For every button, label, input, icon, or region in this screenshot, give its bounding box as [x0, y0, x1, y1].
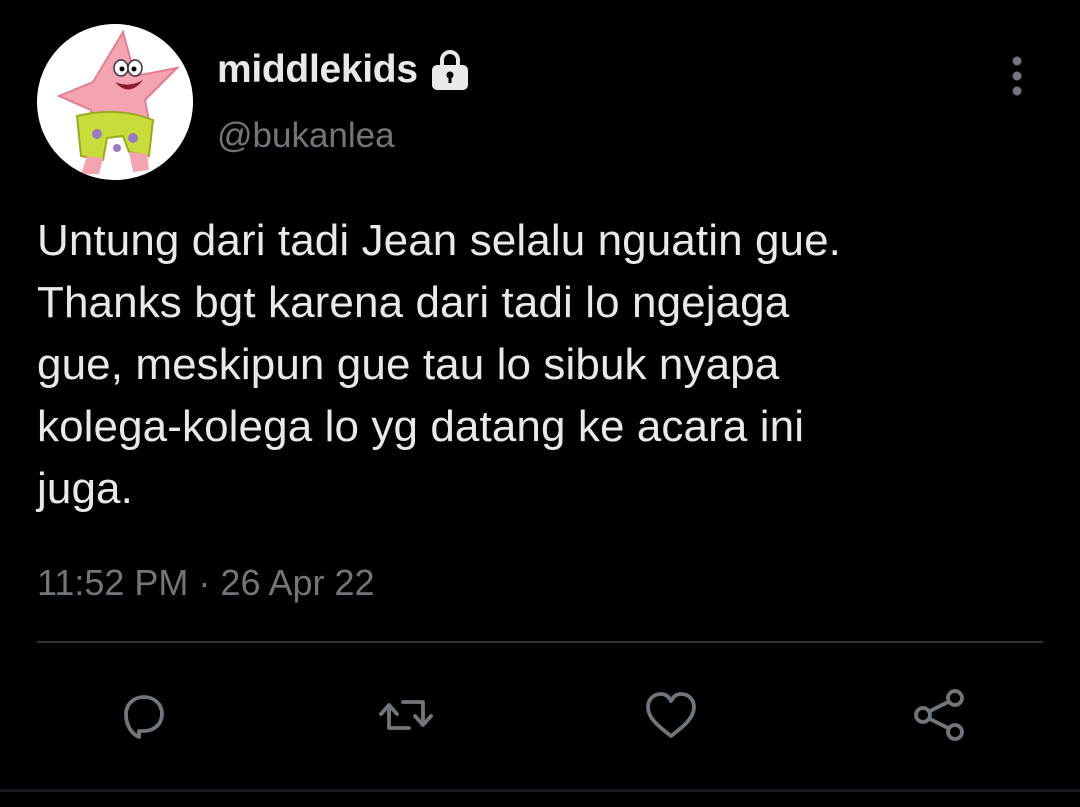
separator-dot: ·: [198, 562, 211, 603]
more-vertical-icon[interactable]: [1000, 54, 1034, 98]
patrick-star-avatar-icon: [37, 24, 193, 180]
user-handle[interactable]: @bukanlea: [217, 116, 395, 156]
action-bar: [0, 680, 1080, 750]
share-button[interactable]: [905, 680, 975, 750]
like-button[interactable]: [636, 680, 706, 750]
reply-button[interactable]: [108, 680, 178, 750]
retweet-icon: [379, 700, 433, 730]
tweet-date: 26 Apr 22: [220, 562, 375, 603]
author-name-row: middlekids: [217, 44, 472, 96]
share-icon: [914, 689, 964, 741]
retweet-button[interactable]: [371, 680, 441, 750]
tweet-text: Untung dari tadi Jean selalu nguatin gue…: [37, 216, 842, 513]
heart-icon: [646, 692, 696, 738]
tweet-detail: middlekids @bukanlea Untung dari tadi Je…: [0, 0, 1080, 807]
display-name[interactable]: middlekids: [217, 48, 418, 92]
tweet-timestamp[interactable]: 11:52 PM · 26 Apr 22: [37, 562, 375, 604]
bottom-divider: [0, 789, 1080, 792]
reply-icon: [124, 695, 164, 739]
lock-icon: [428, 48, 472, 92]
divider: [37, 641, 1043, 643]
tweet-time: 11:52 PM: [37, 562, 189, 603]
avatar[interactable]: [37, 24, 193, 180]
